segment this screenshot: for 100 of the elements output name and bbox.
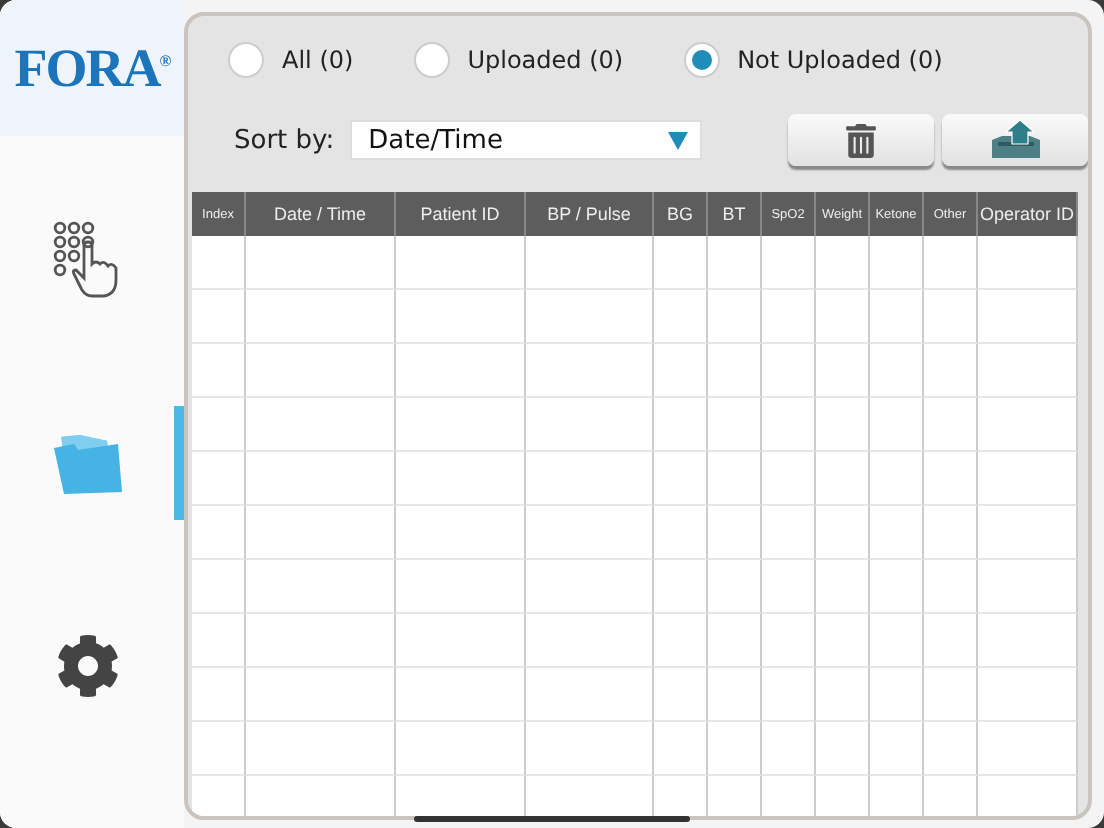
- column-header: BP / Pulse: [526, 192, 654, 236]
- table-cell: [654, 344, 708, 398]
- table-cell: [762, 398, 816, 452]
- table-cell: [762, 236, 816, 290]
- table-cell: [192, 668, 246, 722]
- table-cell: [870, 506, 924, 560]
- table-cell: [654, 398, 708, 452]
- table-cell: [870, 452, 924, 506]
- table-cell: [708, 290, 762, 344]
- dropdown-caret-icon: [668, 131, 689, 149]
- table-cell: [708, 614, 762, 668]
- table-cell: [526, 398, 654, 452]
- table-cell: [762, 344, 816, 398]
- table-cell: [526, 722, 654, 776]
- table-cell: [526, 668, 654, 722]
- table-cell: [654, 290, 708, 344]
- trash-icon: [844, 123, 878, 157]
- column-header: BG: [654, 192, 708, 236]
- table-cell: [816, 722, 870, 776]
- table-cell: [978, 344, 1078, 398]
- sort-dropdown[interactable]: Date/Time: [350, 120, 703, 160]
- table-cell: [526, 452, 654, 506]
- table-cell: [816, 506, 870, 560]
- column-header: BT: [708, 192, 762, 236]
- table-cell: [708, 560, 762, 614]
- table-cell: [924, 722, 978, 776]
- table-cell: [816, 668, 870, 722]
- table-cell: [762, 560, 816, 614]
- table-cell: [978, 290, 1078, 344]
- table-cell: [978, 506, 1078, 560]
- table-cell: [762, 614, 816, 668]
- table-cell: [924, 344, 978, 398]
- table-cell: [870, 668, 924, 722]
- sort-label: Sort by:: [234, 125, 335, 155]
- table-cell: [396, 452, 526, 506]
- table-cell: [762, 668, 816, 722]
- table-cell: [192, 290, 246, 344]
- table-cell: [870, 722, 924, 776]
- table-cell: [654, 236, 708, 290]
- table-cell: [192, 344, 246, 398]
- logo: FORA$^{®}$: [14, 37, 170, 99]
- radio-label: Not Uploaded (0): [737, 46, 943, 74]
- table-cell: [192, 506, 246, 560]
- table-cell: [978, 398, 1078, 452]
- table-cell: [526, 506, 654, 560]
- table-cell: [924, 560, 978, 614]
- table-cell: [654, 560, 708, 614]
- table-cell: [192, 722, 246, 776]
- table-cell: [924, 236, 978, 290]
- table-cell: [396, 344, 526, 398]
- table-cell: [870, 614, 924, 668]
- table-cell: [654, 668, 708, 722]
- table-cell: [924, 452, 978, 506]
- table-cell: [708, 344, 762, 398]
- table-cell: [708, 668, 762, 722]
- table-cell: [526, 236, 654, 290]
- upload-button[interactable]: [942, 114, 1088, 166]
- table-cell: [978, 560, 1078, 614]
- table-cell: [396, 668, 526, 722]
- table-cell: [526, 560, 654, 614]
- radio-button[interactable]: [228, 42, 264, 78]
- settings-icon: [55, 634, 119, 698]
- table-cell: [396, 290, 526, 344]
- table-cell: [762, 290, 816, 344]
- radio-button[interactable]: [413, 42, 450, 78]
- table-cell: [762, 722, 816, 776]
- table-cell: [654, 722, 708, 776]
- column-header: Operator ID: [978, 192, 1078, 236]
- table-cell: [192, 560, 246, 614]
- table-cell: [924, 614, 978, 668]
- column-header: Patient ID: [396, 192, 526, 236]
- table-cell: [978, 722, 1078, 776]
- table-cell: [816, 290, 870, 344]
- table-cell: [816, 452, 870, 506]
- table-cell: [526, 614, 654, 668]
- table-cell: [762, 506, 816, 560]
- table-cell: [192, 398, 246, 452]
- table-cell: [526, 344, 654, 398]
- table-cell: [396, 722, 526, 776]
- radio-button[interactable]: [683, 42, 720, 78]
- table-cell: [396, 614, 526, 668]
- table-cell: [924, 668, 978, 722]
- table-cell: [816, 614, 870, 668]
- table-cell: [708, 722, 762, 776]
- table-cell: [192, 452, 246, 506]
- radio-label: All (0): [282, 46, 354, 74]
- table-cell: [708, 506, 762, 560]
- column-header: Date / Time: [246, 192, 396, 236]
- table-cell: [526, 290, 654, 344]
- table-cell: [396, 398, 526, 452]
- table-cell: [654, 506, 708, 560]
- table-cell: [870, 290, 924, 344]
- table-cell: [870, 560, 924, 614]
- table-cell: [924, 506, 978, 560]
- delete-button[interactable]: [788, 114, 934, 166]
- table-cell: [870, 344, 924, 398]
- table-cell: [816, 560, 870, 614]
- table-cell: [978, 614, 1078, 668]
- table-cell: [816, 236, 870, 290]
- table-cell: [192, 236, 246, 290]
